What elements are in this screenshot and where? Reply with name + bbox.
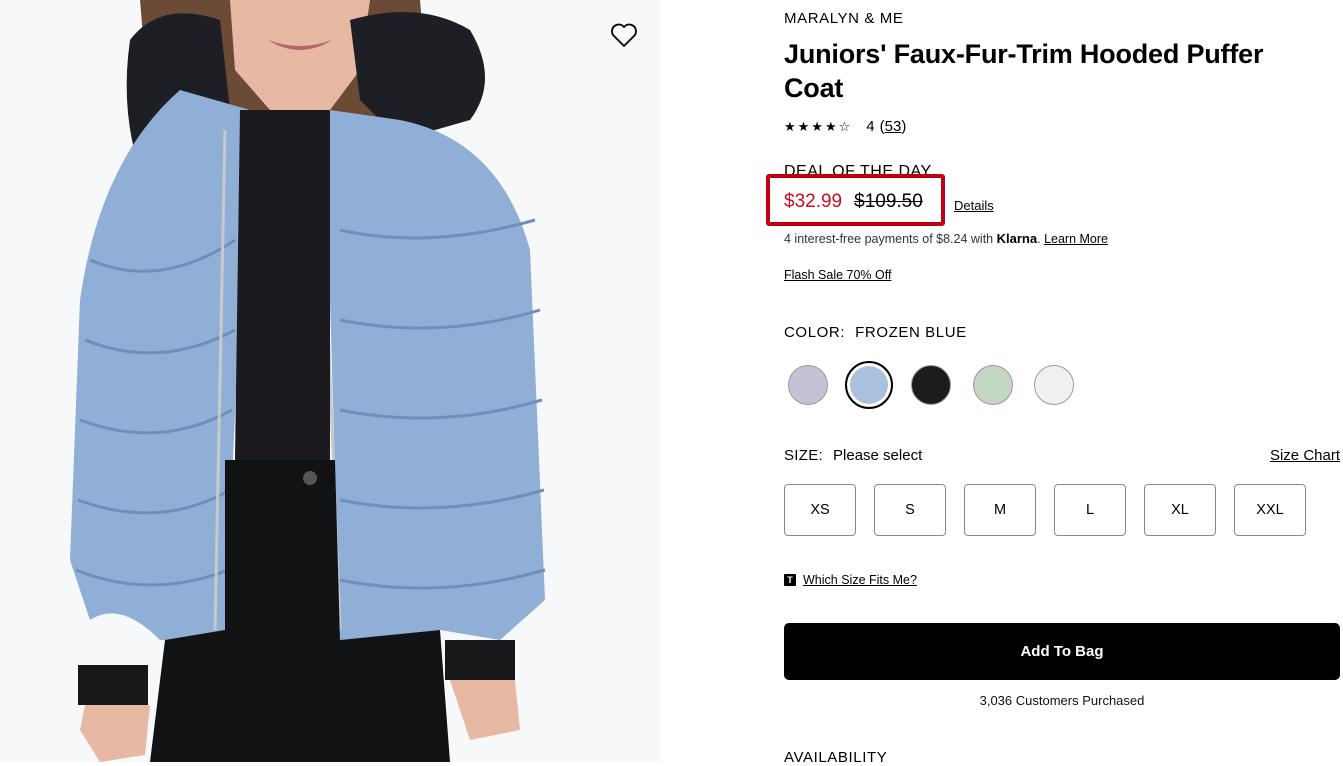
size-option-xs[interactable]: XS <box>784 484 856 536</box>
rating-paren-close: ) <box>901 118 907 135</box>
size-option-s[interactable]: S <box>874 484 946 536</box>
favorite-heart-icon[interactable] <box>606 18 642 52</box>
true-fit-icon: T <box>784 574 796 586</box>
swatch-frozen-blue[interactable] <box>845 361 893 409</box>
size-placeholder: Please select <box>833 447 923 464</box>
size-option-xxl[interactable]: XXL <box>1234 484 1306 536</box>
sale-price: $32.99 <box>784 191 843 212</box>
swatch-sage[interactable] <box>973 365 1013 405</box>
product-title: Juniors' Faux-Fur-Trim Hooded Puffer Coa… <box>784 39 1264 103</box>
swatch-lavender-gray[interactable] <box>788 365 828 405</box>
rating-value: 4 <box>866 118 875 135</box>
price-details-link[interactable]: Details <box>954 198 994 213</box>
size-option-xl[interactable]: XL <box>1144 484 1216 536</box>
size-chart-link[interactable]: Size Chart <box>1270 447 1340 464</box>
selected-color: FROZEN BLUE <box>855 324 967 341</box>
availability-heading: AVAILABILITY <box>784 749 888 766</box>
size-label: SIZE: <box>784 447 824 464</box>
klarna-logo: Klarna <box>996 231 1038 246</box>
price-row: $32.99 $109.50 <box>784 191 923 213</box>
color-label-row: COLOR: FROZEN BLUE <box>784 324 967 341</box>
klarna-installments: 4 interest-free payments of $8.24 with K… <box>784 231 1108 246</box>
product-photo <box>0 0 660 762</box>
which-size-fits-link[interactable]: Which Size Fits Me? <box>803 573 917 587</box>
klarna-text: 4 interest-free payments of $8.24 with <box>784 232 994 246</box>
size-fit-helper[interactable]: T Which Size Fits Me? <box>784 573 917 587</box>
rating[interactable]: ★★★★☆ 4 (53) <box>784 118 906 135</box>
swatch-white[interactable] <box>1034 365 1074 405</box>
product-image[interactable] <box>0 0 660 762</box>
color-swatches <box>784 361 1104 409</box>
swatch-black[interactable] <box>911 365 951 405</box>
flash-sale-link[interactable]: Flash Sale 70% Off <box>784 268 891 282</box>
customers-purchased: 3,036 Customers Purchased <box>979 693 1145 708</box>
rating-stars-icon: ★★★★☆ <box>784 118 853 134</box>
size-option-m[interactable]: M <box>964 484 1036 536</box>
size-label-row: SIZE: Please select <box>784 447 922 464</box>
learn-more-link[interactable]: Learn More <box>1044 232 1108 246</box>
brand-name[interactable]: MARALYN & ME <box>784 10 903 27</box>
klarna-dot: . <box>1037 232 1041 246</box>
review-count-link[interactable]: 53 <box>885 118 902 135</box>
color-label: COLOR: <box>784 324 846 341</box>
add-to-bag-button[interactable]: Add To Bag <box>784 623 1340 680</box>
size-option-l[interactable]: L <box>1054 484 1126 536</box>
original-price: $109.50 <box>854 191 923 212</box>
